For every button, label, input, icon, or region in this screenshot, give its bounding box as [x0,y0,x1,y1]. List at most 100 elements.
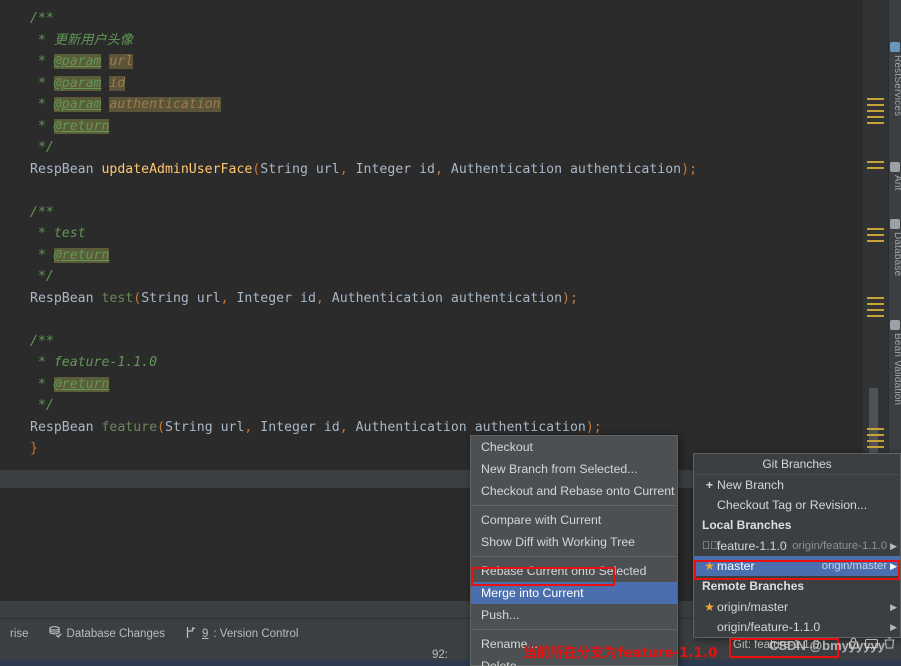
code-token: test [101,290,134,306]
editor-marker-gutter[interactable] [863,0,888,470]
code-token: RespBean [30,290,102,306]
code-analysis-marker[interactable] [867,234,884,236]
branch-icon [185,626,197,642]
menu-item-checkout[interactable]: Checkout [471,436,677,458]
git-action-label: Checkout Tag or Revision... [717,498,868,512]
chevron-right-icon[interactable]: ▶ [890,597,900,617]
code-token: @return [53,118,110,134]
code-token: * [30,97,54,112]
rest-services-icon[interactable] [890,42,900,52]
branch-name: origin/master [717,600,789,614]
code-token: /** [30,204,54,220]
status-left-truncated[interactable]: rise [0,619,39,648]
code-token: ( [157,419,165,435]
menu-item-rebase-current-onto-selected[interactable]: Rebase Current onto Selected [471,560,677,582]
menu-item-show-diff-with-working-tree[interactable]: Show Diff with Working Tree [471,531,677,553]
menu-item-new-branch-from-selected[interactable]: New Branch from Selected... [471,458,677,480]
remote-branch-item[interactable]: origin/feature-1.1.0 ▶ [694,617,900,637]
ant-icon[interactable] [890,162,900,172]
status-version-control[interactable]: 9: Version Control [175,619,308,648]
bean-validation-icon[interactable] [890,320,900,330]
local-branch-item[interactable]: ★ master origin/master ▶ [694,556,900,576]
code-line: /** [0,331,888,353]
code-analysis-marker[interactable] [867,434,884,436]
code-editor[interactable]: /** * 更新用户头像 * @param url * @param id * … [0,0,888,470]
code-line: * @param authentication [0,94,888,116]
tool-window-button-restservices[interactable]: RestServices [892,55,901,116]
code-token: @param [53,75,102,91]
code-analysis-marker[interactable] [867,110,884,112]
code-token: 更新用户头像 [53,32,133,48]
git-action-new-branch[interactable]: + New Branch [694,475,900,495]
code-line: * feature-1.1.0 [0,352,888,374]
code-analysis-marker[interactable] [867,228,884,230]
code-analysis-marker[interactable] [867,303,884,305]
tag-icon: ⬚⃞ [702,540,719,552]
git-branches-popup[interactable]: Git Branches + New Branch Checkout Tag or … [693,453,901,638]
code-token: @return [53,247,110,263]
star-icon: ★ [704,600,715,614]
code-token: Authentication authentication [323,290,563,306]
code-line: * @return [0,116,888,138]
code-analysis-marker[interactable] [867,98,884,100]
editor-scrollbar-thumb[interactable] [869,388,878,453]
code-line: RespBean test(String url, Integer id, Au… [0,288,888,310]
code-token: url [109,54,134,69]
code-analysis-marker[interactable] [867,297,884,299]
code-token: * [30,32,54,48]
chevron-right-icon[interactable]: ▶ [890,536,900,556]
code-line: * @return [0,245,888,267]
menu-item-checkout-and-rebase-onto-current[interactable]: Checkout and Rebase onto Current [471,480,677,502]
code-token: */ [30,398,54,413]
code-token: Authentication authentication [347,419,586,435]
database-icon [48,625,62,642]
code-analysis-marker[interactable] [867,309,884,311]
code-token: RespBean [30,161,102,177]
menu-item-compare-with-current[interactable]: Compare with Current [471,509,677,531]
code-analysis-marker[interactable] [867,104,884,106]
menu-item-merge-into-current[interactable]: Merge into Current [471,582,677,604]
code-token: Integer id [347,161,435,177]
chevron-right-icon[interactable]: ▶ [890,556,900,576]
branch-name: feature-1.1.0 [717,539,787,553]
code-token: updateAdminUserFace [101,161,253,177]
code-analysis-marker[interactable] [867,240,884,242]
tool-window-button-ant[interactable]: Ant [892,175,901,191]
code-analysis-marker[interactable] [867,446,884,448]
git-action-checkout-tag-or-revision[interactable]: Checkout Tag or Revision... [694,495,900,515]
status-left-label: rise [10,627,29,640]
remote-branch-item[interactable]: ★ origin/master ▶ [694,597,900,617]
code-analysis-marker[interactable] [867,161,884,163]
branch-context-menu[interactable]: Checkout New Branch from Selected... Check… [470,435,678,666]
git-action-label: New Branch [717,478,784,492]
git-branches-title: Git Branches [694,454,900,475]
status-database-changes[interactable]: Database Changes [39,619,175,648]
code-token: String url [165,419,245,435]
code-token: @param [53,97,102,112]
code-analysis-marker[interactable] [867,440,884,442]
code-token: Authentication authentication [442,161,682,177]
code-token: */ [30,269,54,284]
chevron-right-icon[interactable]: ▶ [890,617,900,637]
code-token: @return [53,376,110,392]
code-line: RespBean feature(String url, Integer id,… [0,417,888,439]
code-analysis-marker[interactable] [867,116,884,118]
code-token: ( [133,290,142,306]
menu-item-push[interactable]: Push... [471,604,677,626]
code-analysis-marker[interactable] [867,428,884,430]
code-analysis-marker[interactable] [867,315,884,317]
code-analysis-marker[interactable] [867,167,884,169]
branch-name: master [717,559,755,573]
local-branch-item[interactable]: ⬚⃞ feature-1.1.0 origin/feature-1.1.0 ▶ [694,536,900,556]
code-token: String url [141,290,221,306]
code-token: * [30,54,54,69]
code-token: * feature-1.1.0 [30,355,158,370]
code-token: String url [260,161,340,177]
tool-window-button-bean-validation[interactable]: Bean Validation [892,333,901,405]
trash-icon[interactable] [884,637,895,652]
tool-window-button-database[interactable]: Database [892,232,901,276]
database-icon[interactable] [890,219,900,229]
code-analysis-marker[interactable] [867,122,884,124]
